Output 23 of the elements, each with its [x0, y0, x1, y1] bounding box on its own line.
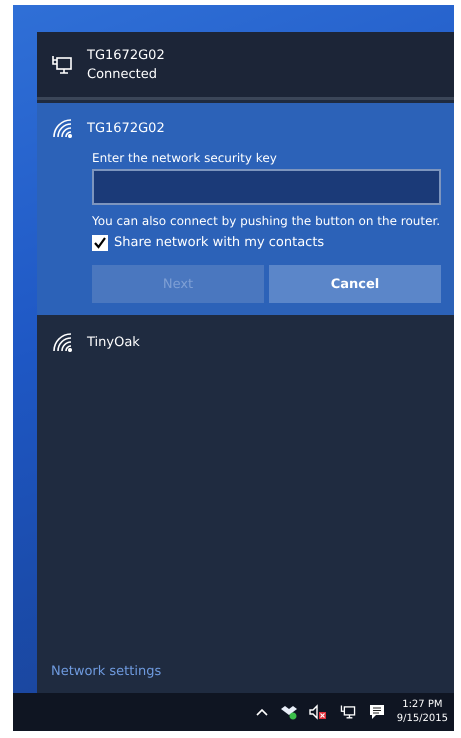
field-label: Enter the network security key [92, 150, 278, 167]
cancel-button[interactable]: Cancel [269, 265, 441, 303]
speaker-muted-icon [308, 704, 327, 720]
network-name: TG1672G02 [87, 120, 165, 138]
network-item[interactable]: TG1672G02 Connected [37, 32, 454, 100]
clock-date: 9/15/2015 [396, 712, 448, 726]
password-field[interactable] [92, 169, 441, 205]
checkmark-icon [93, 236, 107, 250]
network-name: TG1672G02 [87, 46, 165, 64]
chevron-up-icon [254, 707, 269, 717]
checkbox-label: Share network with my contacts [114, 234, 324, 252]
checkbox[interactable] [92, 235, 108, 251]
ethernet-monitor-icon [51, 54, 73, 76]
network-settings-link[interactable]: Network settings [37, 664, 454, 693]
message-icon [368, 704, 385, 720]
wifi-icon [51, 331, 73, 353]
ethernet-monitor-icon [338, 704, 357, 720]
network-item[interactable]: TinyOak [37, 315, 454, 361]
network-name: TinyOak [87, 334, 140, 352]
wifi-icon [51, 117, 73, 139]
hint-text: You can also connect by pushing the button on the router. [92, 213, 441, 230]
network-status: Connected [87, 66, 158, 84]
clock-time: 1:27 PM [402, 698, 442, 712]
